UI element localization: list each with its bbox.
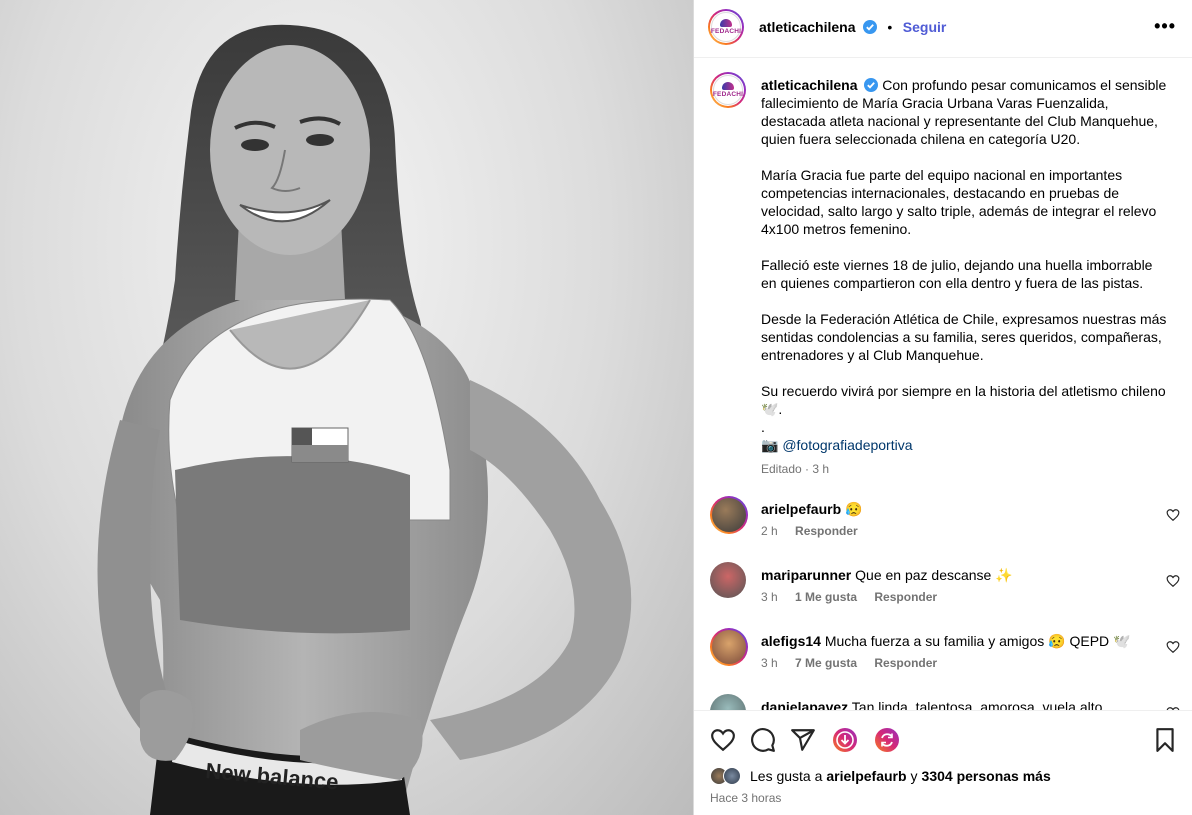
comment-item: arielpefaurb 😥 2 h Responder [710, 496, 1180, 556]
comment-likes[interactable]: 7 Me gusta [795, 656, 857, 670]
logo-text: FEDACHI [710, 28, 742, 35]
caption-paragraph-5: Su recuerdo vivirá por siempre en la his… [761, 383, 1166, 417]
comment-avatar[interactable] [710, 562, 746, 598]
comment-like-icon[interactable] [1166, 640, 1180, 654]
share-icon[interactable] [790, 727, 816, 753]
comment-item: danielapavez Tan linda, talentosa, amoro… [710, 694, 1180, 710]
caption-paragraph-2: María Gracia fue parte del equipo nacion… [761, 167, 1157, 237]
athlete-photo: New balance [97, 24, 632, 815]
separator-dot: • [887, 19, 893, 35]
post-header: FEDACHI atleticachilena • Seguir ••• [694, 0, 1192, 58]
comment-avatar[interactable] [710, 496, 748, 534]
post-photo[interactable]: New balance [0, 0, 693, 815]
comment-like-icon[interactable] [1166, 508, 1180, 522]
caption-dot: . [761, 419, 765, 435]
comment-avatar[interactable] [710, 694, 746, 710]
comment-time: 3 h [761, 656, 778, 670]
likes-user[interactable]: arielpefaurb [826, 768, 906, 784]
verified-icon [864, 78, 879, 92]
comment-username[interactable]: alefigs14 [761, 633, 821, 649]
comment-username[interactable]: danielapavez [761, 699, 848, 710]
likes-middle: y [910, 768, 918, 784]
caption-avatar[interactable]: FEDACHI [710, 72, 746, 108]
fedachi-logo: FEDACHI [711, 12, 741, 42]
comment-avatar[interactable] [710, 628, 748, 666]
heart-icon[interactable] [710, 727, 736, 753]
caption-text: atleticachilena Con profundo pesar comun… [761, 72, 1171, 478]
account-username[interactable]: atleticachilena [759, 19, 856, 35]
download-icon[interactable] [832, 727, 858, 753]
caption-paragraph-4: Desde la Federación Atlética de Chile, e… [761, 311, 1167, 363]
caption-username[interactable]: atleticachilena [761, 77, 858, 93]
comment-meta: 3 h 7 Me gusta Responder [761, 656, 951, 670]
fedachi-logo: FEDACHI [713, 75, 743, 105]
comment-meta: 3 h 1 Me gusta Responder [761, 590, 951, 604]
sync-icon[interactable] [874, 727, 900, 753]
photographer-mention[interactable]: @fotografiadeportiva [782, 437, 912, 453]
comment-meta: 2 h Responder [761, 524, 872, 538]
comment-username[interactable]: mariparunner [761, 567, 851, 583]
reply-button[interactable]: Responder [795, 524, 858, 538]
comments-scroll[interactable]: FEDACHI atleticachilena Con profundo pes… [694, 58, 1192, 710]
instagram-post: New balance FEDACHI atleticachilena • Se… [0, 0, 1192, 815]
bookmark-icon[interactable] [1152, 727, 1178, 753]
reply-button[interactable]: Responder [874, 590, 937, 604]
verified-icon [862, 20, 877, 34]
comment-icon[interactable] [750, 727, 776, 753]
post-actions: Les gusta a arielpefaurb y 3304 personas… [694, 710, 1192, 815]
post-sidebar: FEDACHI atleticachilena • Seguir ••• FED… [693, 0, 1192, 815]
post-time[interactable]: Hace 3 horas [710, 791, 781, 805]
likes-prefix: Les gusta a [750, 768, 823, 784]
likes-count[interactable]: 3304 personas más [922, 768, 1051, 784]
likers-avatars [710, 767, 746, 785]
logo-text: FEDACHI [712, 91, 744, 98]
comment-text: Que en paz descanse ✨ [855, 567, 1013, 583]
likes-summary: Les gusta a arielpefaurb y 3304 personas… [710, 767, 1051, 785]
follow-button[interactable]: Seguir [903, 19, 947, 35]
caption-edited-meta: Editado · 3 h [761, 462, 830, 476]
more-options-icon[interactable]: ••• [1154, 16, 1176, 37]
liker-avatar [723, 767, 741, 785]
comment-like-icon[interactable] [1166, 574, 1180, 588]
account-avatar[interactable]: FEDACHI [708, 9, 744, 45]
comment-item: mariparunner Que en paz descanse ✨ 3 h 1… [710, 562, 1180, 622]
comment-username[interactable]: arielpefaurb [761, 501, 841, 517]
caption-paragraph-3: Falleció este viernes 18 de julio, dejan… [761, 257, 1153, 291]
camera-icon: 📷 [761, 437, 779, 453]
comment-text: Mucha fuerza a su familia y amigos 😥 QEP… [824, 633, 1131, 649]
comment-time: 3 h [761, 590, 778, 604]
comment-time: 2 h [761, 524, 778, 538]
comment-text: 😥 [845, 501, 863, 517]
comment-likes[interactable]: 1 Me gusta [795, 590, 857, 604]
comment-item: alefigs14 Mucha fuerza a su familia y am… [710, 628, 1180, 688]
reply-button[interactable]: Responder [874, 656, 937, 670]
